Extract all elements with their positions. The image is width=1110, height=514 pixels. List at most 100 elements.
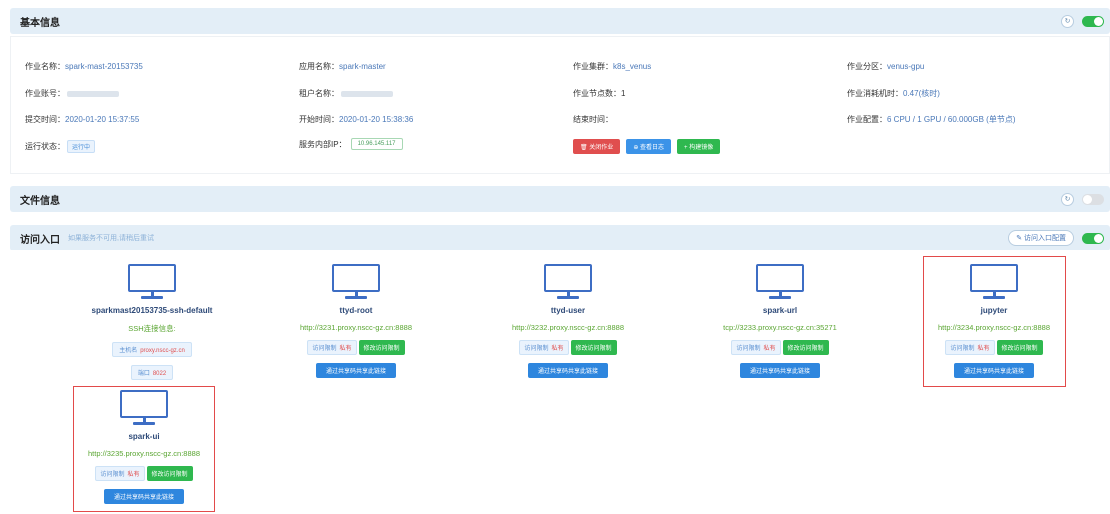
build-mirror-button[interactable]: + 构建镜像 — [677, 139, 721, 154]
entry-config-label: 访问入口配置 — [1024, 235, 1066, 242]
config-label: 作业配置： — [847, 115, 887, 124]
submit-time-field: 提交时间： 2020-01-20 15:37:55 — [25, 114, 139, 125]
status-badge: 运行中 — [67, 140, 96, 153]
share-link-button[interactable]: 通过共享码共享此链接 — [739, 363, 820, 378]
access-limit: 访问限制 私有 — [945, 340, 995, 355]
basic-info-header: 基本信息 ↻ — [10, 8, 1110, 34]
view-logs-button[interactable]: ⊕ 查看日志 — [626, 139, 672, 154]
app-name-field: 应用名称： spark-master — [299, 61, 386, 72]
account-value-redacted — [67, 90, 119, 97]
tenant-field: 租户名称： — [299, 88, 393, 99]
share-link-button[interactable]: 通过共享码共享此链接 — [315, 363, 396, 378]
ip-label: 服务内部IP： — [299, 139, 347, 149]
entry-name: ttyd-user — [550, 306, 586, 315]
submit-time-label: 提交时间： — [25, 115, 65, 124]
cluster-field: 作业集群： k8s_venus — [573, 61, 651, 72]
start-time-label: 开始时间： — [299, 115, 339, 124]
share-link-button[interactable]: 通过共享码共享此链接 — [527, 363, 608, 378]
ip-value: 10.96.145.117 — [350, 138, 403, 150]
access-limit-value: 私有 — [127, 472, 140, 478]
access-limit: 访问限制 私有 — [307, 340, 357, 355]
entry-name: spark-ui — [128, 432, 160, 441]
config-value: 6 CPU / 1 GPU / 60.000GB (单节点) — [887, 115, 1016, 124]
cluster-value: k8s_venus — [613, 62, 652, 71]
entry-url[interactable]: http://3232.proxy.nscc-gz.cn:8888 — [512, 323, 624, 332]
build-mirror-label: 构建镜像 — [689, 145, 714, 151]
basic-info-toggle[interactable] — [1082, 15, 1104, 27]
status-label: 运行状态： — [25, 142, 65, 151]
ssh-host-value: proxy.nscc-gz.cn — [140, 348, 185, 354]
entries-hint: 如果服务不可用,请稍后重试 — [68, 235, 154, 242]
partition-value: venus-gpu — [887, 62, 925, 71]
entry-card-ttyd-root: ttyd-root http://3231.proxy.nscc-gz.cn:8… — [276, 264, 436, 378]
access-limit-label: 访问限制 — [100, 472, 125, 478]
partition-field: 作业分区： venus-gpu — [847, 61, 924, 72]
entry-card-spark-url: spark-url tcp://3233.proxy.nscc-gz.cn:35… — [700, 264, 860, 378]
file-info-title: 文件信息 — [20, 195, 60, 207]
perm-row: 访问限制 私有 修改访问限制 — [519, 340, 617, 355]
status-field: 运行状态： 运行中 — [25, 140, 96, 153]
access-limit: 访问限制 私有 — [519, 340, 569, 355]
monitor-icon — [332, 264, 380, 300]
cost-label: 作业消耗机时： — [847, 89, 903, 98]
access-limit-value: 私有 — [977, 346, 990, 352]
entry-card-ssh: sparkmast20153735-ssh-default SSH连接信息: 主… — [72, 264, 232, 380]
ip-field: 服务内部IP： 10.96.145.117 — [299, 138, 403, 150]
partition-label: 作业分区： — [847, 62, 887, 71]
access-limit-value: 私有 — [339, 346, 352, 352]
edit-access-button[interactable]: 修改访问限制 — [782, 340, 829, 355]
toggle-knob — [1094, 233, 1103, 243]
file-info-header: 文件信息 ↻ — [10, 186, 1110, 212]
close-job-label: 关闭作业 — [589, 145, 614, 151]
entry-config-button[interactable]: ✎ 访问入口配置 — [1008, 230, 1074, 246]
nodes-field: 作业节点数： 1 — [573, 88, 625, 99]
entry-name: jupyter — [980, 306, 1008, 315]
job-actions: 🗑 关闭作业 ⊕ 查看日志 + 构建镜像 — [573, 139, 726, 154]
entry-url[interactable]: http://3231.proxy.nscc-gz.cn:8888 — [300, 323, 412, 332]
entry-name: spark-url — [762, 306, 798, 315]
perm-row: 访问限制 私有 修改访问限制 — [731, 340, 829, 355]
perm-row: 访问限制 私有 修改访问限制 — [945, 340, 1043, 355]
toggle-knob — [1083, 194, 1092, 204]
refresh-icon[interactable]: ↻ — [1061, 192, 1074, 206]
monitor-icon — [128, 264, 176, 300]
account-field: 作业账号： — [25, 88, 119, 99]
app-name-label: 应用名称： — [299, 62, 339, 71]
edit-access-button[interactable]: 修改访问限制 — [570, 340, 617, 355]
edit-access-button[interactable]: 修改访问限制 — [996, 340, 1043, 355]
entry-url[interactable]: tcp://3233.proxy.nscc-gz.cn:35271 — [723, 323, 837, 332]
ssh-port-value: 8022 — [152, 371, 167, 377]
end-time-label: 结束时间： — [573, 115, 613, 124]
entry-card-spark-ui: spark-ui http://3235.proxy.nscc-gz.cn:88… — [64, 390, 224, 504]
job-name-field: 作业名称： spark-mast-20153735 — [25, 61, 143, 72]
account-label: 作业账号： — [25, 89, 65, 98]
edit-access-button[interactable]: 修改访问限制 — [358, 340, 405, 355]
access-limit-label: 访问限制 — [524, 346, 549, 352]
close-job-button[interactable]: 🗑 关闭作业 — [573, 139, 621, 154]
entries-header: 访问入口 如果服务不可用,请稍后重试 ✎ 访问入口配置 — [10, 225, 1110, 251]
edit-access-button[interactable]: 修改访问限制 — [146, 466, 193, 481]
view-logs-label: 查看日志 — [640, 145, 665, 151]
app-name-value: spark-master — [339, 62, 386, 71]
basic-info-title: 基本信息 — [20, 17, 60, 29]
ssh-port-label: 端口 — [137, 371, 150, 377]
submit-time-value: 2020-01-20 15:37:55 — [65, 115, 140, 124]
nodes-value: 1 — [621, 89, 626, 98]
cost-field: 作业消耗机时： 0.47(核时) — [847, 88, 940, 99]
refresh-icon[interactable]: ↻ — [1061, 14, 1074, 28]
access-limit-label: 访问限制 — [312, 346, 337, 352]
share-link-button[interactable]: 通过共享码共享此链接 — [953, 363, 1034, 378]
entry-name: ttyd-root — [339, 306, 373, 315]
entry-url[interactable]: http://3235.proxy.nscc-gz.cn:8888 — [88, 449, 200, 458]
cost-value: 0.47(核时) — [903, 89, 940, 98]
entry-name: sparkmast20153735-ssh-default — [91, 306, 213, 315]
file-info-toggle[interactable] — [1082, 193, 1104, 205]
access-limit: 访问限制 私有 — [731, 340, 781, 355]
perm-row: 访问限制 私有 修改访问限制 — [307, 340, 405, 355]
access-limit-value: 私有 — [763, 346, 776, 352]
entry-url[interactable]: http://3234.proxy.nscc-gz.cn:8888 — [938, 323, 1050, 332]
entries-controls: ✎ 访问入口配置 — [1008, 225, 1104, 251]
entries-toggle[interactable] — [1082, 232, 1104, 244]
perm-row: 访问限制 私有 修改访问限制 — [95, 466, 193, 481]
share-link-button[interactable]: 通过共享码共享此链接 — [103, 489, 184, 504]
